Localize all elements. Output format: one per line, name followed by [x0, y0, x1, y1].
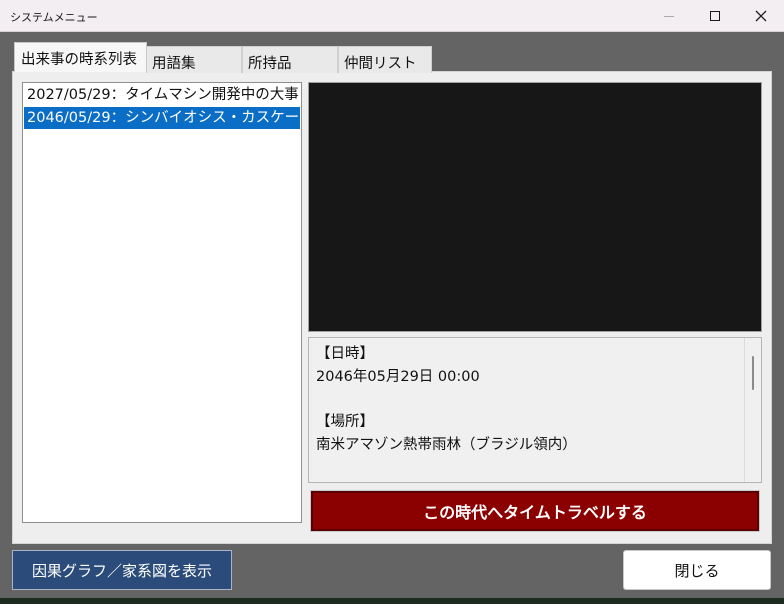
date-value: 2046年05月29日 00:00 [316, 368, 480, 385]
tab-inventory[interactable]: 所持品 [242, 46, 338, 73]
scrollbar-thumb[interactable] [752, 356, 754, 390]
place-heading: 【場所】 [316, 414, 374, 430]
tab-timeline[interactable]: 出来事の時系列表 [14, 42, 147, 72]
title-bar[interactable]: システムメニュー [0, 0, 784, 32]
background-strip [0, 598, 784, 604]
event-detail-text[interactable]: 【日時】 2046年05月29日 00:00 【場所】 南米アマゾン熱帯雨林（ブ… [308, 337, 762, 483]
tab-glossary[interactable]: 用語集 [146, 46, 242, 73]
list-item-selected[interactable]: 2046/05/29：シンバイオシス・カスケード [24, 107, 300, 129]
minimize-button[interactable] [646, 0, 692, 32]
timeline-list[interactable]: 2027/05/29：タイムマシン開発中の大事 2046/05/29：シンバイオ… [22, 82, 302, 523]
minimize-icon [664, 15, 674, 17]
time-travel-button[interactable]: この時代へタイムトラベルする [310, 490, 760, 532]
list-item[interactable]: 2027/05/29：タイムマシン開発中の大事 [24, 84, 300, 106]
maximize-button[interactable] [692, 0, 738, 32]
maximize-icon [710, 11, 720, 21]
system-menu-window: システムメニュー 出来事の時系列表 用語集 所持品 仲間リスト 2027/05/… [0, 0, 784, 598]
date-heading: 【日時】 [316, 346, 374, 362]
close-icon [755, 10, 767, 22]
tab-companions[interactable]: 仲間リスト [338, 46, 432, 73]
close-window-button[interactable] [738, 0, 784, 32]
close-button[interactable]: 閉じる [623, 550, 771, 590]
window-title: システムメニュー [10, 11, 98, 24]
event-image-preview [308, 82, 762, 332]
show-graph-button[interactable]: 因果グラフ／家系図を表示 [12, 550, 232, 590]
detail-scrollbar[interactable] [744, 338, 761, 482]
place-value: 南米アマゾン熱帯雨林（ブラジル領内） [316, 436, 577, 453]
